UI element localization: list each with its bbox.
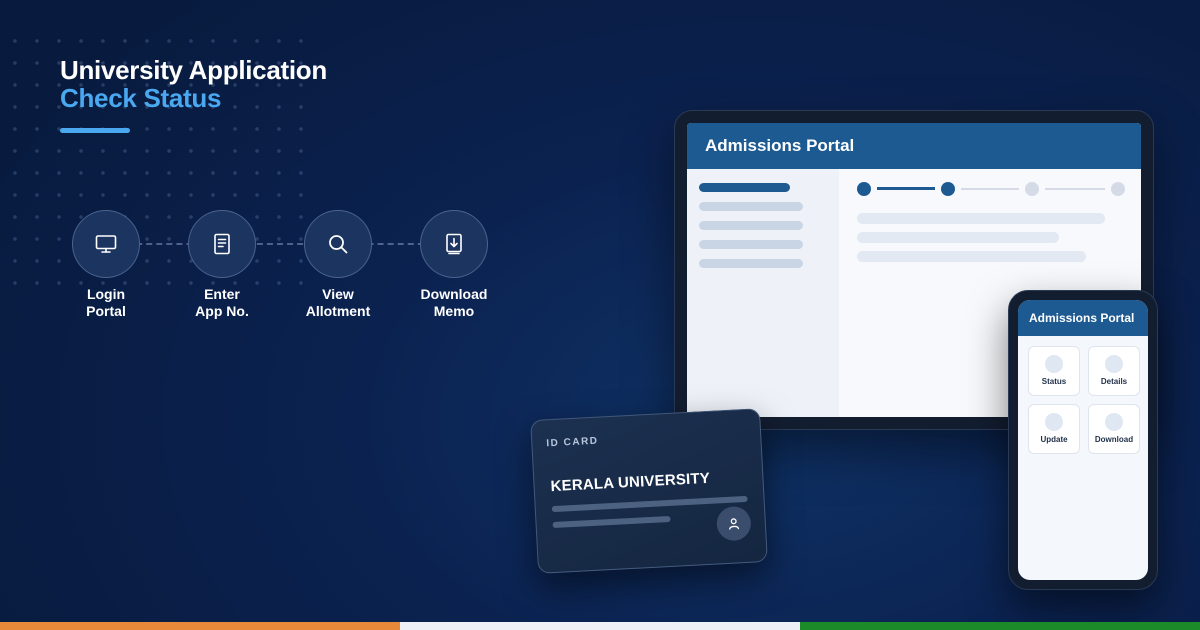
id-card-line [552, 515, 671, 529]
id-card-university: KERALA UNIVERSITY [550, 469, 711, 496]
progress-dot [1025, 182, 1039, 196]
tile-icon [1105, 355, 1123, 373]
sidebar-item[interactable] [699, 202, 803, 211]
steps-connector-line [106, 243, 454, 245]
monitor-icon [95, 235, 117, 253]
step-label: View Allotment [305, 286, 371, 319]
step-view-allotment[interactable]: View Allotment [304, 210, 372, 319]
progress-stepper [857, 182, 1127, 196]
content-placeholder [857, 232, 1059, 243]
step-circle[interactable] [420, 210, 488, 278]
tile-details[interactable]: Details [1088, 346, 1140, 396]
headline-subtitle: Check Status [60, 83, 222, 113]
step-circle[interactable] [72, 210, 140, 278]
step-login-portal[interactable]: Login Portal [72, 210, 140, 319]
avatar [715, 505, 752, 542]
phone-mockup: Admissions Portal Status Details Update … [1008, 290, 1158, 590]
stripe-segment-green [800, 622, 1200, 630]
id-card-line [551, 495, 748, 513]
headline-underline [60, 128, 130, 133]
headline-title: University Application [60, 55, 327, 85]
sidebar-item-active[interactable] [699, 183, 790, 192]
step-label: Login Portal [86, 286, 126, 319]
tile-update[interactable]: Update [1028, 404, 1080, 454]
sidebar-item[interactable] [699, 240, 803, 249]
phone-portal-title: Admissions Portal [1029, 311, 1135, 325]
step-enter-app-no[interactable]: Enter App No. [188, 210, 256, 319]
phone-header: Admissions Portal [1018, 300, 1148, 336]
step-label: Download Memo [420, 286, 488, 319]
sidebar-item[interactable] [699, 221, 803, 230]
step-circle[interactable] [304, 210, 372, 278]
tablet-portal-title: Admissions Portal [705, 136, 855, 155]
bottom-stripe [0, 622, 1200, 630]
step-download-memo[interactable]: Download Memo [420, 210, 488, 319]
tile-download[interactable]: Download [1088, 404, 1140, 454]
tablet-sidebar [687, 169, 839, 417]
stripe-segment-white [400, 622, 800, 630]
progress-line-done [877, 187, 935, 190]
content-placeholder [857, 213, 1105, 224]
progress-dot [1111, 182, 1125, 196]
tile-icon [1045, 413, 1063, 431]
stripe-segment-orange [0, 622, 400, 630]
id-card-tag: ID CARD [546, 435, 599, 450]
phone-screen: Admissions Portal Status Details Update … [1018, 300, 1148, 580]
tile-icon [1045, 355, 1063, 373]
step-circle[interactable] [188, 210, 256, 278]
id-card: ID CARD KERALA UNIVERSITY [530, 408, 768, 574]
steps-flow: Login Portal Enter App No. View Allotmen… [72, 210, 492, 330]
download-icon [446, 233, 462, 255]
progress-line [1045, 188, 1105, 190]
user-icon [729, 518, 740, 530]
step-label: Enter App No. [195, 286, 249, 319]
tile-status[interactable]: Status [1028, 346, 1080, 396]
progress-line [961, 188, 1019, 190]
progress-dot-done [857, 182, 871, 196]
tile-icon [1105, 413, 1123, 431]
tablet-header: Admissions Portal [687, 123, 1141, 169]
search-icon [329, 235, 348, 254]
document-icon [214, 233, 230, 255]
sidebar-item[interactable] [699, 259, 803, 268]
progress-dot-done [941, 182, 955, 196]
content-placeholder [857, 251, 1086, 262]
headline: University Application Check Status [60, 56, 327, 112]
